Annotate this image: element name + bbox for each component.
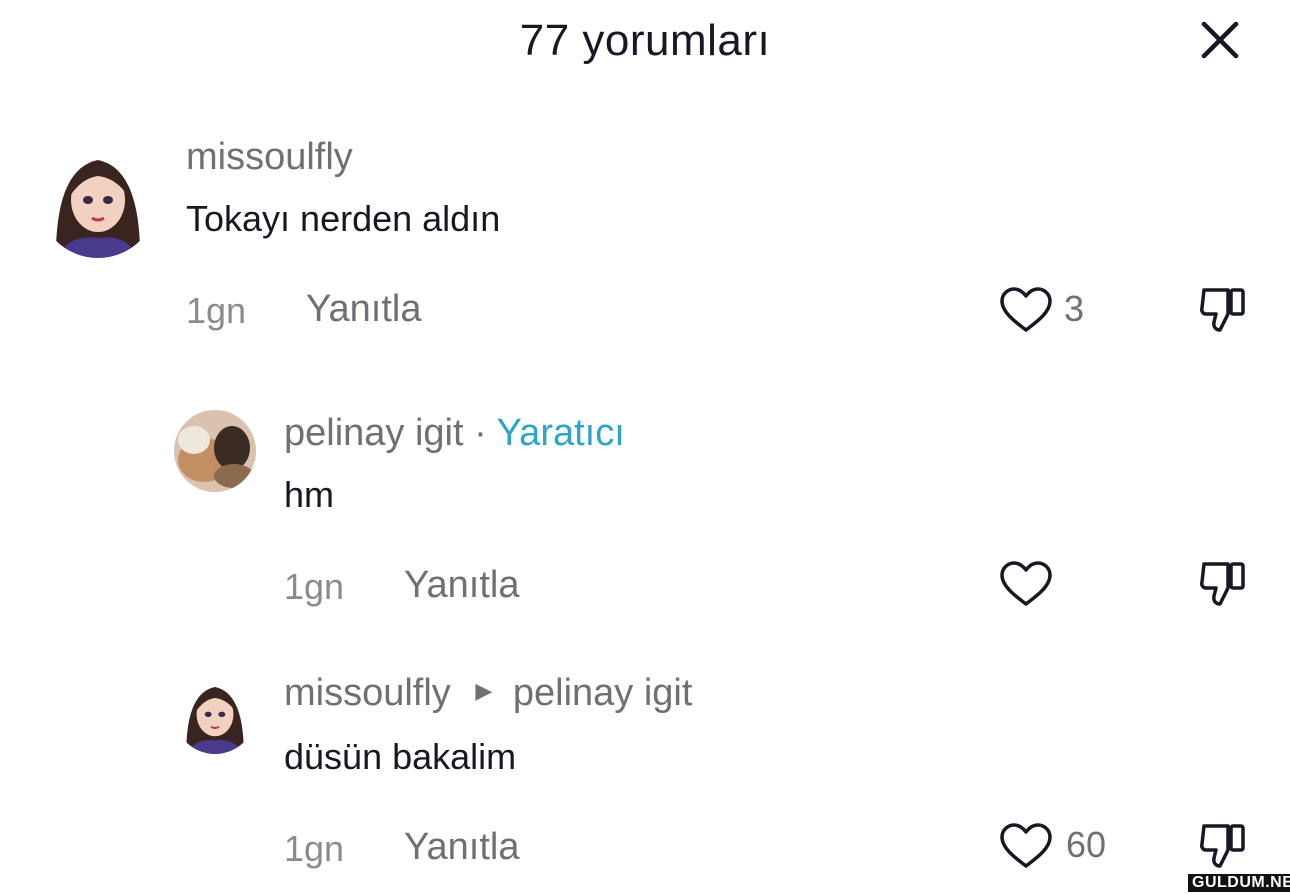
reply-to-username[interactable]: pelinay igit [513,672,693,714]
reply-button[interactable]: Yanıtla [306,288,421,331]
comment-time: 1gn [186,290,247,331]
comment-username[interactable]: missoulfly [186,136,353,179]
thumbs-down-icon [1200,562,1245,606]
avatar[interactable] [174,410,256,492]
heart-icon [1000,561,1052,606]
like-button[interactable] [998,286,1054,339]
avatar-illustration [174,672,256,754]
comment-text: düsün bakalim [284,736,517,777]
separator-dot: · [474,412,487,454]
caret-right-icon: ▶ [475,677,493,703]
avatar-photo [174,410,256,492]
comment-text: hm [284,474,335,515]
dislike-button[interactable] [1198,820,1248,877]
reply-button[interactable]: Yanıtla [404,826,519,869]
comment-username[interactable]: pelinay igit [284,412,464,454]
comment-username-line: missoulfly ▶ pelinay igit [284,672,692,715]
comments-header: 77 yorumları [0,0,1290,90]
comment-time: 1gn [284,566,345,607]
comments-title: 77 yorumları [519,16,771,65]
dislike-button[interactable] [1198,284,1248,341]
avatar[interactable] [174,672,256,754]
dislike-button[interactable] [1198,558,1248,615]
close-button[interactable] [1196,16,1244,64]
like-count: 3 [1064,288,1085,329]
heart-icon [1000,287,1052,332]
like-button[interactable] [998,560,1054,613]
comment-text: Tokayı nerden aldın [186,198,501,239]
close-icon [1201,21,1239,59]
heart-icon [1000,823,1052,868]
avatar-illustration [38,138,158,258]
like-count: 60 [1066,824,1107,865]
reply-button[interactable]: Yanıtla [404,564,519,607]
like-button[interactable] [998,822,1054,875]
thumbs-down-icon [1200,824,1245,868]
comment-time: 1gn [284,828,345,869]
watermark: GULDUM.NET [1188,874,1290,892]
comment-username-line: pelinay igit · Yaratıcı [284,412,625,455]
avatar[interactable] [38,138,158,258]
thumbs-down-icon [1200,288,1245,332]
creator-badge: Yaratıcı [496,412,625,454]
comment-username[interactable]: missoulfly [284,672,451,714]
